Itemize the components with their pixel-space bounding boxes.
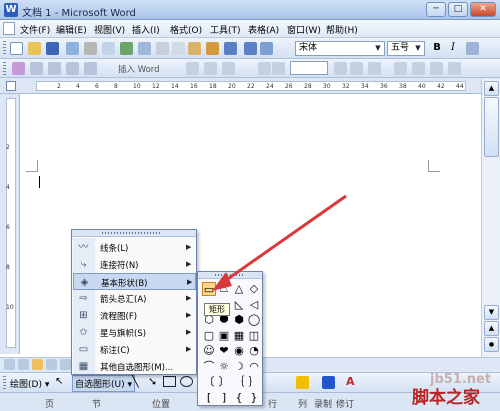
annotation-arrow bbox=[212, 194, 347, 291]
watermark-brand: 脚本之家 bbox=[412, 388, 480, 408]
annotation-arrow-line bbox=[221, 194, 347, 285]
annotation-arrow-head bbox=[212, 272, 232, 291]
